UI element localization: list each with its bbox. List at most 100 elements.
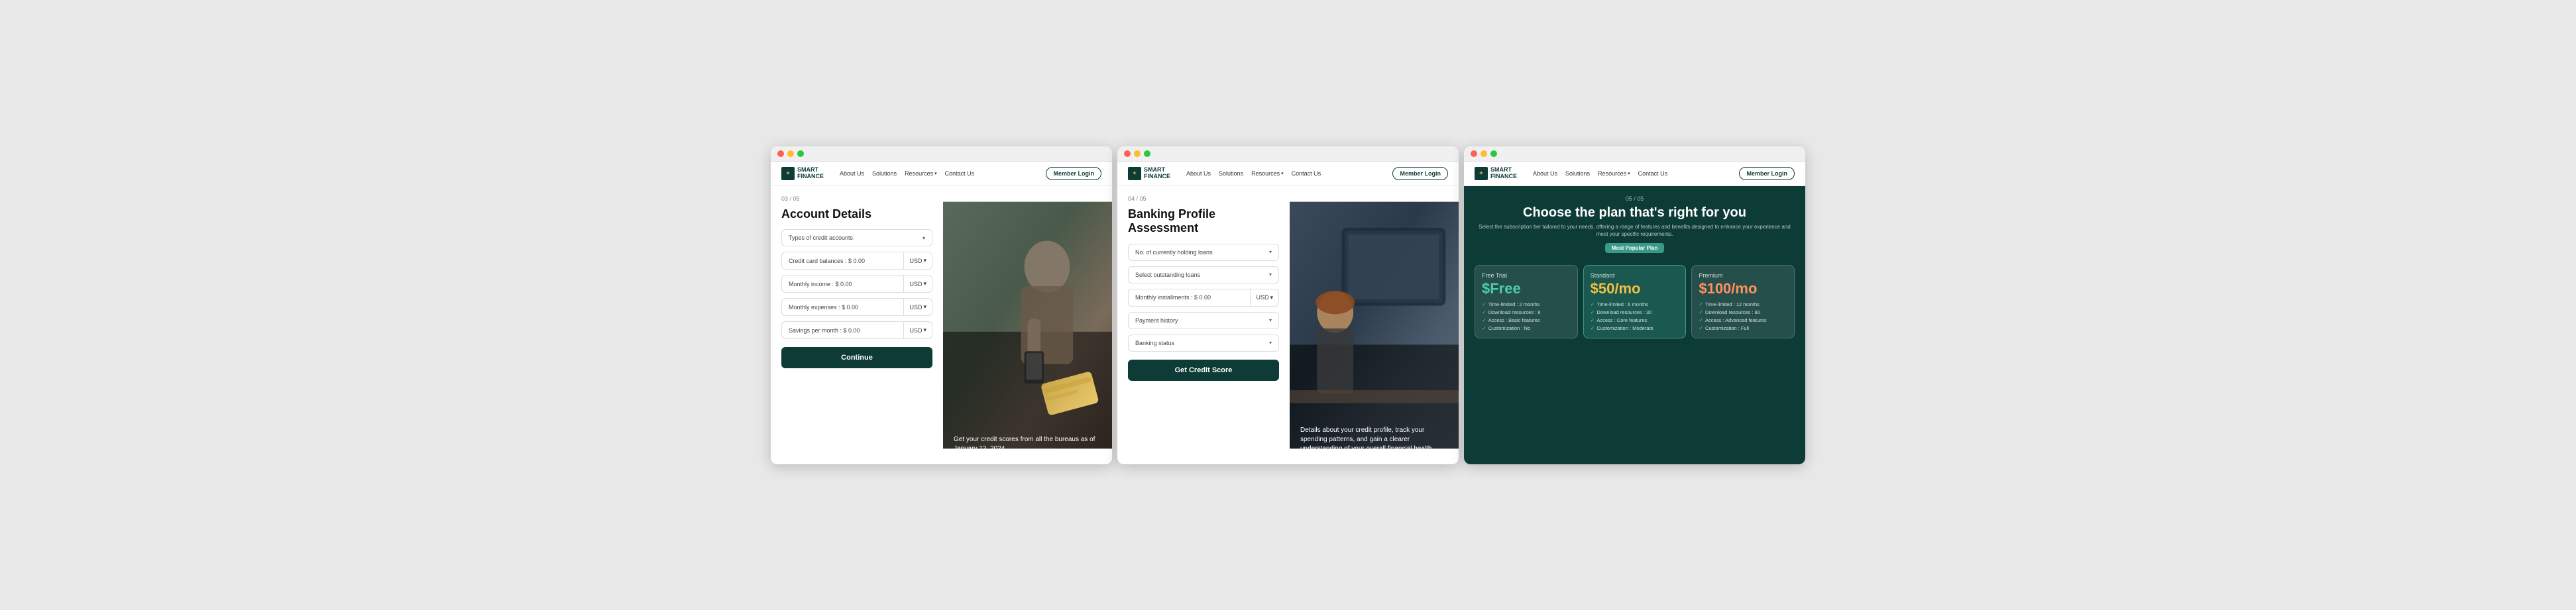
plan-feature: Time-limited : 6 months	[1591, 301, 1679, 307]
nav-resources-2[interactable]: Resources ▾	[1251, 170, 1284, 177]
plan-feature: Customization : Full	[1699, 325, 1787, 331]
banking-status-dropdown[interactable]: Banking status ▾	[1128, 334, 1279, 352]
minimize-button-3[interactable]	[1481, 150, 1487, 157]
plan-card-premium[interactable]: Premium $100/mo Time-limited : 12 months…	[1691, 265, 1795, 338]
minimize-button-2[interactable]	[1134, 150, 1141, 157]
monthly-expenses-field: Monthly expenses : $ 0.00 USD ▾	[781, 298, 932, 316]
maximize-button[interactable]	[797, 150, 804, 157]
nav-about-us[interactable]: About Us	[840, 170, 864, 177]
plan-price-free: $Free	[1482, 280, 1571, 297]
monthly-income-field: Monthly income : $ 0.00 USD ▾	[781, 275, 932, 293]
plan-feature: Time-limited : 12 months	[1699, 301, 1787, 307]
browser-chrome-2	[1117, 146, 1459, 162]
plan-feature: Time-limited : 2 months	[1482, 301, 1571, 307]
page-body-1: 03 / 05 Account Details Types of credit …	[771, 186, 1112, 464]
nav-solutions-3[interactable]: Solutions	[1565, 170, 1590, 177]
maximize-button-2[interactable]	[1144, 150, 1150, 157]
monthly-income-label: Monthly income : $ 0.00	[782, 276, 903, 292]
close-button[interactable]	[777, 150, 784, 157]
logo-symbol-2: ✦	[1133, 170, 1137, 176]
plan-feature: Customization : No	[1482, 325, 1571, 331]
plan-type-premium: Premium	[1699, 272, 1787, 279]
types-credit-dropdown[interactable]: Types of credit accounts ▾	[781, 229, 932, 246]
types-credit-chevron: ▾	[923, 235, 925, 241]
member-login-button-3[interactable]: Member Login	[1739, 167, 1795, 180]
income-currency[interactable]: USD ▾	[903, 276, 932, 292]
nav-contact-us[interactable]: Contact Us	[945, 170, 975, 177]
plan-feature: Access : Basic features	[1482, 317, 1571, 323]
member-login-button-2[interactable]: Member Login	[1392, 167, 1448, 180]
logo-2: ✦ SMART FINANCE	[1128, 167, 1170, 180]
logo-symbol: ✦	[786, 170, 791, 176]
close-button-2[interactable]	[1124, 150, 1131, 157]
minimize-button[interactable]	[787, 150, 794, 157]
nav-about-us-2[interactable]: About Us	[1186, 170, 1211, 177]
payment-history-dropdown[interactable]: Payment history ▾	[1128, 312, 1279, 329]
form-panel-2: 04 / 05 Banking Profile Assessment No. o…	[1117, 186, 1290, 464]
nav-solutions[interactable]: Solutions	[872, 170, 897, 177]
expenses-currency[interactable]: USD ▾	[903, 299, 932, 315]
member-login-button-1[interactable]: Member Login	[1046, 167, 1101, 180]
income-currency-chevron: ▾	[923, 280, 926, 287]
banking-status-chevron: ▾	[1269, 340, 1272, 346]
plan-type-standard: Standard	[1591, 272, 1679, 279]
close-button-3[interactable]	[1471, 150, 1477, 157]
browser-window-1: ✦ SMART FINANCE About Us Solutions Resou…	[771, 146, 1112, 464]
savings-field: Savings per month : $ 0.00 USD ▾	[781, 321, 932, 339]
monthly-installments-label: Monthly installments : $ 0.00	[1129, 289, 1250, 305]
monthly-installments-field: Monthly installments : $ 0.00 USD ▾	[1128, 289, 1279, 307]
nav-links-1: About Us Solutions Resources ▾ Contact U…	[840, 170, 1046, 177]
page-body-2: 04 / 05 Banking Profile Assessment No. o…	[1117, 186, 1459, 464]
nav-solutions-2[interactable]: Solutions	[1219, 170, 1243, 177]
plan-price-standard: $50/mo	[1591, 280, 1679, 297]
logo-icon-3: ✦	[1475, 167, 1488, 180]
outstanding-loans-label: Select outstanding loans	[1135, 272, 1200, 278]
nav-contact-us-3[interactable]: Contact Us	[1638, 170, 1668, 177]
plan-type-free: Free Trial	[1482, 272, 1571, 279]
plan-card-free[interactable]: Free Trial $Free Time-limited : 2 months…	[1475, 265, 1578, 338]
hero-image-1	[943, 186, 1112, 464]
logo-text-2: SMART FINANCE	[1144, 167, 1170, 180]
get-credit-score-button[interactable]: Get Credit Score	[1128, 360, 1279, 381]
maximize-button-3[interactable]	[1490, 150, 1497, 157]
logo-3: ✦ SMART FINANCE	[1475, 167, 1517, 180]
holding-loans-dropdown[interactable]: No. of currently holding loans ▾	[1128, 244, 1279, 261]
outstanding-loans-dropdown[interactable]: Select outstanding loans ▾	[1128, 266, 1279, 283]
plan-features-premium: Time-limited : 12 months Download resour…	[1699, 301, 1787, 331]
plan-card-standard[interactable]: Standard $50/mo Time-limited : 6 months …	[1583, 265, 1687, 338]
resources-chevron: ▾	[934, 171, 937, 176]
plan-feature: Access : Core features	[1591, 317, 1679, 323]
browser-window-3: ✦ SMART FINANCE About Us Solutions Resou…	[1464, 146, 1805, 464]
installments-currency[interactable]: USD ▾	[1250, 289, 1278, 306]
nav-contact-us-2[interactable]: Contact Us	[1292, 170, 1321, 177]
browser-window-2: ✦ SMART FINANCE About Us Solutions Resou…	[1117, 146, 1459, 464]
outstanding-loans-chevron: ▾	[1269, 272, 1272, 278]
page-title-2: Banking Profile Assessment	[1128, 207, 1279, 236]
plan-features-standard: Time-limited : 6 months Download resourc…	[1591, 301, 1679, 331]
credit-card-currency[interactable]: USD ▾	[903, 252, 932, 269]
image-caption-1: Get your credit scores from all the bure…	[954, 435, 1101, 454]
plans-header: 05 / 05 Choose the plan that's right for…	[1475, 195, 1795, 258]
hero-image-2	[1290, 186, 1459, 464]
continue-button[interactable]: Continue	[781, 347, 932, 368]
nav-links-2: About Us Solutions Resources ▾ Contact U…	[1186, 170, 1392, 177]
payment-history-chevron: ▾	[1269, 317, 1272, 323]
logo-text-1: SMART FINANCE	[797, 167, 824, 180]
nav-about-us-3[interactable]: About Us	[1533, 170, 1557, 177]
hero-bg-1	[943, 186, 1112, 464]
logo-1: ✦ SMART FINANCE	[781, 167, 824, 180]
image-panel-1: Get your credit scores from all the bure…	[943, 186, 1112, 464]
nav-resources[interactable]: Resources ▾	[905, 170, 937, 177]
plan-feature: Access : Advanced features	[1699, 317, 1787, 323]
plan-features-free: Time-limited : 2 months Download resourc…	[1482, 301, 1571, 331]
savings-currency[interactable]: USD ▾	[903, 322, 932, 338]
nav-resources-3[interactable]: Resources ▾	[1598, 170, 1630, 177]
monthly-expenses-label: Monthly expenses : $ 0.00	[782, 299, 903, 315]
plan-feature: Download resources : 80	[1699, 309, 1787, 315]
holding-loans-chevron: ▾	[1269, 249, 1272, 255]
expenses-currency-chevron: ▾	[923, 303, 926, 311]
browser-chrome-1	[771, 146, 1112, 162]
logo-icon-2: ✦	[1128, 167, 1141, 180]
plan-price-premium: $100/mo	[1699, 280, 1787, 297]
image-panel-2: Details about your credit profile, track…	[1290, 186, 1459, 464]
